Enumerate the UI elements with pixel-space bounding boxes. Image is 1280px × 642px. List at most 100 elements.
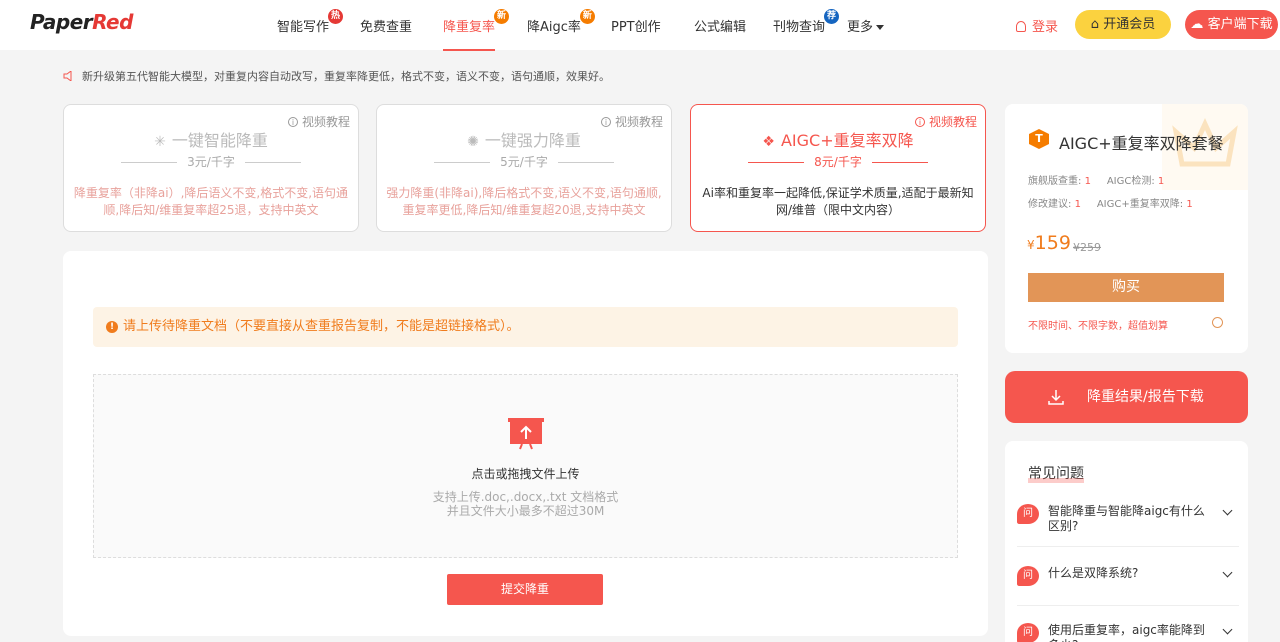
mode-price: 5元/千字 (377, 153, 671, 170)
sparkle-icon: ✳ (154, 134, 166, 150)
nav-label: 智能写作 (277, 20, 330, 35)
meta-label: 旗舰版查重: (1028, 176, 1082, 187)
package-title: AIGC+重复率双降套餐 (1059, 134, 1224, 153)
upload-panel: ! 请上传待降重文档（不要直接从查重报告复制，不能是超链接格式）。 点击或拖拽文件… (63, 251, 988, 636)
package-card: T AIGC+重复率双降套餐 旗舰版查重: 1 AIGC检测: 1 修改建议: … (1005, 104, 1248, 353)
info-icon: i (600, 117, 611, 127)
meta-value: 1 (1074, 199, 1081, 210)
upload-icon (508, 418, 544, 450)
nav-ppt[interactable]: PPT创作 (611, 16, 661, 35)
faq-title: 常见问题 (1028, 463, 1084, 483)
nav-label: 刊物查询 (773, 20, 826, 35)
mode-title-text: 一键智能降重 (171, 131, 268, 150)
recommend-badge: 荐 (824, 9, 840, 24)
mode-price-text: 8元/千字 (814, 155, 862, 169)
cloud-download-icon: ☁ (1190, 17, 1204, 32)
pinwheel-icon: ✺ (467, 134, 479, 150)
mode-price: 8元/千字 (691, 153, 985, 170)
paperred-logo[interactable]: PaperRed (30, 10, 133, 34)
upload-warning: ! 请上传待降重文档（不要直接从查重报告复制，不能是超链接格式）。 (93, 307, 958, 347)
package-price: ¥159 (1027, 232, 1071, 254)
package-old-price: ¥259 (1073, 241, 1101, 254)
file-dropzone[interactable]: 点击或拖拽文件上传 支持上传.doc,.docx,.txt 文档格式 并且文件大… (93, 374, 958, 558)
result-download-button[interactable]: 降重结果/报告下载 (1005, 371, 1248, 423)
caret-down-icon (876, 25, 885, 30)
announcement: 新升级第五代智能大模型，对重复内容自动改写，重复率降更低，格式不变，语义不变，语… (63, 68, 610, 84)
dropzone-title: 点击或拖拽文件上传 (471, 467, 580, 481)
package-meta-row2: 修改建议: 1 AIGC+重复率双降: 1 (1028, 195, 1193, 210)
price-value: 159 (1034, 232, 1071, 254)
nav-formula[interactable]: 公式编辑 (694, 16, 746, 35)
faq-question: 什么是双降系统? (1048, 566, 1139, 580)
meta-label: 修改建议: (1028, 199, 1072, 210)
vip-label: 开通会员 (1103, 17, 1156, 32)
nav-reduce-duplicate[interactable]: 降重复率 新 (443, 9, 510, 51)
mode-card-aigc-dual[interactable]: i 视频教程 ❖ AIGC+重复率双降 8元/千字 Ai率和重复率一起降低,保证学术… (690, 104, 986, 232)
login-link[interactable]: 登录 (1016, 16, 1058, 35)
new-badge: 新 (494, 9, 510, 24)
nav-label: 免费查重 (360, 20, 413, 35)
speaker-icon (63, 71, 72, 81)
nav-journal[interactable]: 刊物查询 荐 (773, 9, 840, 35)
mode-price-text: 3元/千字 (187, 155, 235, 169)
open-vip-button[interactable]: ⌂ 开通会员 (1075, 10, 1171, 39)
mode-description: 降重复率（非降ai）,降后语义不变,格式不变,语句通顺,降后知/维重复率超25退… (73, 186, 349, 217)
mode-title: ✳ 一键智能降重 (64, 127, 358, 151)
meta-value: 1 (1186, 199, 1193, 210)
package-perk: 不限时间、不限字数，超值划算 (1028, 321, 1168, 332)
package-meta-row1: 旗舰版查重: 1 AIGC检测: 1 (1028, 172, 1164, 187)
user-icon (1016, 21, 1026, 32)
nav-more[interactable]: 更多 (847, 16, 885, 35)
mode-card-strong[interactable]: i 视频教程 ✺ 一键强力降重 5元/千字 强力降重(非降ai),降后格式不变,语义… (376, 104, 672, 232)
client-download-button[interactable]: ☁ 客户端下载 (1185, 10, 1278, 39)
chevron-down-icon (1222, 624, 1233, 635)
mode-title-text: 一键强力降重 (484, 131, 581, 150)
faq-question: 智能降重与智能降aigc有什么区别? (1048, 504, 1205, 533)
meta-value: 1 (1084, 176, 1091, 187)
divider (121, 162, 178, 163)
divider (434, 162, 491, 163)
layers-icon: ❖ (762, 134, 775, 150)
faq-question: 使用后重复率，aigc率能降到多少? (1048, 623, 1205, 642)
nav-label: 更多 (847, 20, 874, 35)
question-bubble-icon: 问 (1017, 623, 1039, 642)
basket-icon: ⌂ (1090, 17, 1100, 32)
login-label: 登录 (1032, 20, 1059, 35)
mode-title-text: AIGC+重复率双降 (780, 131, 914, 150)
buy-button[interactable]: 购买 (1028, 273, 1224, 302)
question-bubble-icon: 问 (1017, 504, 1039, 524)
check-circle-icon (1212, 317, 1223, 328)
client-label: 客户端下载 (1207, 17, 1273, 32)
new-badge: 新 (579, 9, 595, 24)
warning-text: 请上传待降重文档（不要直接从查重报告复制，不能是超链接格式）。 (123, 319, 520, 334)
dropzone-hint-size: 并且文件大小最多不超过30M (446, 504, 605, 518)
chevron-down-icon (1222, 505, 1233, 516)
nav-smart-writing[interactable]: 智能写作 热 (277, 9, 344, 35)
submit-reduce-button[interactable]: 提交降重 (447, 574, 603, 605)
logo-text-red: Red (92, 10, 133, 34)
divider (748, 162, 805, 163)
logo-text-paper: Paper (30, 10, 93, 34)
mode-description: Ai率和重复率一起降低,保证学术质量,适配于最新知网/维普（限中文内容） (702, 186, 974, 217)
divider (871, 162, 928, 163)
announcement-text: 新升级第五代智能大模型，对重复内容自动改写，重复率降更低，格式不变，语义不变，语… (82, 70, 610, 83)
mode-card-smart[interactable]: i 视频教程 ✳ 一键智能降重 3元/千字 降重复率（非降ai）,降后语义不变,格式… (63, 104, 359, 232)
top-header: PaperRed 智能写作 热 免费查重 降重复率 新 降Aigc率 新 PPT… (0, 0, 1280, 51)
chevron-down-icon (1222, 567, 1233, 578)
mode-price: 3元/千字 (64, 153, 358, 170)
nav-free-check[interactable]: 免费查重 (360, 16, 412, 35)
nav-label: PPT创作 (611, 20, 661, 35)
meta-label: AIGC+重复率双降: (1096, 199, 1184, 210)
currency-symbol: ¥ (1027, 238, 1035, 252)
nav-label: 降Aigc率 (527, 20, 581, 35)
nav-reduce-aigc[interactable]: 降Aigc率 新 (527, 9, 595, 35)
dropzone-hint: 支持上传.doc,.docx,.txt 文档格式 并且文件大小最多不超过30M (94, 490, 957, 518)
mode-description: 强力降重(非降ai),降后格式不变,语义不变,语句通顺,重复率更低,降后知/维重… (386, 186, 662, 217)
info-icon: i (914, 117, 925, 127)
download-icon (1048, 390, 1064, 405)
mode-title: ✺ 一键强力降重 (377, 127, 671, 151)
info-icon: i (287, 117, 298, 127)
divider (557, 162, 614, 163)
meta-label: AIGC检测: (1106, 176, 1155, 187)
divider (1017, 546, 1239, 547)
